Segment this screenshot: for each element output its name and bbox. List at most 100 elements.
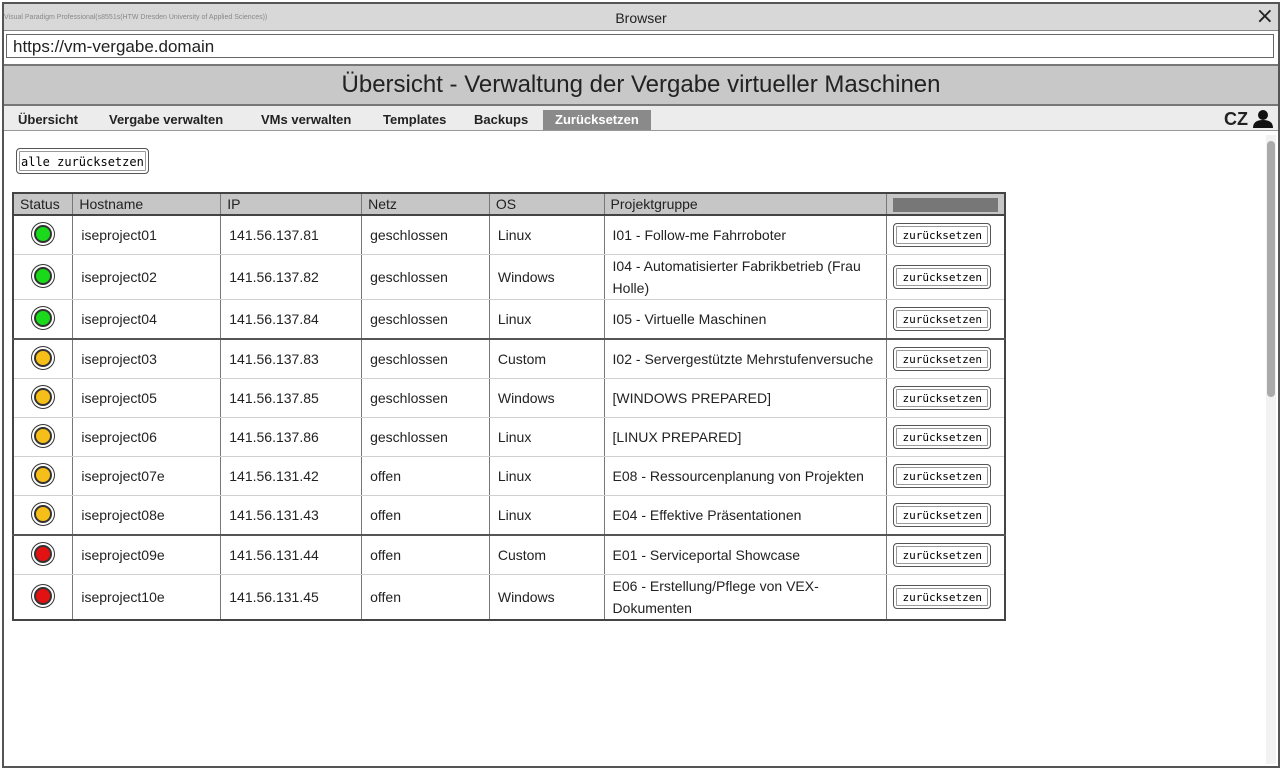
hostname-cell: iseproject06: [72, 417, 222, 457]
action-cell: zurücksetzen: [886, 215, 1006, 255]
netz-cell: offen: [361, 574, 490, 621]
projektgruppe-cell: I01 - Follow-me Fahrroboter: [604, 215, 888, 255]
ip-cell: 141.56.131.45: [220, 574, 363, 621]
user-icon[interactable]: [1252, 109, 1274, 129]
projektgruppe-cell: I05 - Virtuelle Maschinen: [604, 299, 888, 340]
table-row: iseproject10e 141.56.131.45 offen Windows E0…: [13, 574, 1006, 621]
status-indicator-icon: [34, 504, 53, 523]
projektgruppe-cell: I02 - Servergestützte Mehrstufenversuche: [604, 338, 888, 379]
reset-button[interactable]: zurücksetzen: [893, 585, 992, 609]
reset-button[interactable]: zurücksetzen: [893, 223, 992, 247]
status-indicator-icon: [34, 308, 53, 327]
browser-window: Visual Paradigm Professional(s8551s(HTW …: [2, 2, 1280, 768]
ip-cell: 141.56.131.43: [220, 495, 363, 536]
reset-button[interactable]: zurücksetzen: [893, 503, 992, 527]
projektgruppe-cell: E01 - Serviceportal Showcase: [604, 534, 888, 575]
action-cell: zurücksetzen: [886, 254, 1006, 300]
nav-item-backups[interactable]: Backups: [474, 110, 528, 130]
projektgruppe-cell: [WINDOWS PREPARED]: [604, 378, 888, 418]
action-cell: zurücksetzen: [886, 574, 1006, 621]
reset-button[interactable]: zurücksetzen: [893, 464, 992, 488]
status-cell: [13, 534, 74, 575]
reset-button[interactable]: zurücksetzen: [893, 425, 992, 449]
table-row: iseproject03 141.56.137.83 geschlossen Cust…: [13, 338, 1006, 379]
hostname-cell: iseproject07e: [72, 456, 222, 496]
reset-button[interactable]: zurücksetzen: [893, 347, 992, 371]
netz-cell: geschlossen: [361, 338, 490, 379]
netz-cell: geschlossen: [361, 378, 490, 418]
netz-cell: geschlossen: [361, 417, 490, 457]
language-switch[interactable]: CZ: [1224, 109, 1248, 130]
ip-cell: 141.56.131.44: [220, 534, 363, 575]
nav-item-uebersicht[interactable]: Übersicht: [18, 110, 78, 130]
action-cell: zurücksetzen: [886, 495, 1006, 536]
col-header-projektgruppe: Projektgruppe: [604, 193, 888, 216]
hostname-cell: iseproject05: [72, 378, 222, 418]
os-cell: Custom: [489, 534, 605, 575]
os-cell: Linux: [489, 495, 605, 536]
table-row: iseproject01 141.56.137.81 geschlossen Linu…: [13, 215, 1006, 255]
reset-button[interactable]: zurücksetzen: [893, 386, 992, 410]
hostname-cell: iseproject01: [72, 215, 222, 255]
netz-cell: geschlossen: [361, 254, 490, 300]
netz-cell: offen: [361, 456, 490, 496]
nav-item-vms-verwalten[interactable]: VMs verwalten: [261, 110, 351, 130]
status-cell: [13, 299, 74, 340]
status-indicator-icon: [34, 266, 53, 285]
main-nav: Übersicht Vergabe verwalten VMs verwalte…: [4, 106, 1278, 131]
status-cell: [13, 378, 74, 418]
os-cell: Linux: [489, 417, 605, 457]
os-cell: Windows: [489, 378, 605, 418]
header-bar: [893, 198, 998, 212]
status-cell: [13, 215, 74, 255]
netz-cell: offen: [361, 534, 490, 575]
reset-all-button[interactable]: alle zurücksetzen: [16, 148, 149, 174]
ip-cell: 141.56.137.85: [220, 378, 363, 418]
col-header-status: Status: [13, 193, 74, 216]
col-header-ip: IP: [220, 193, 363, 216]
os-cell: Windows: [489, 574, 605, 621]
col-header-os: OS: [489, 193, 605, 216]
reset-button[interactable]: zurücksetzen: [893, 307, 992, 331]
status-indicator-icon: [34, 586, 53, 605]
nav-item-templates[interactable]: Templates: [383, 110, 446, 130]
netz-cell: offen: [361, 495, 490, 536]
table-row: iseproject08e 141.56.131.43 offen Linux E04 …: [13, 495, 1006, 536]
vertical-scrollbar[interactable]: [1266, 135, 1276, 764]
table-row: iseproject09e 141.56.131.44 offen Custom E01…: [13, 534, 1006, 575]
status-cell: [13, 417, 74, 457]
projektgruppe-cell: [LINUX PREPARED]: [604, 417, 888, 457]
nav-item-zuruecksetzen[interactable]: Zurücksetzen: [543, 110, 651, 130]
os-cell: Custom: [489, 338, 605, 379]
os-cell: Windows: [489, 254, 605, 300]
projektgruppe-cell: E04 - Effektive Präsentationen: [604, 495, 888, 536]
table-row: iseproject05 141.56.137.85 geschlossen Wind…: [13, 378, 1006, 418]
hostname-cell: iseproject02: [72, 254, 222, 300]
action-cell: zurücksetzen: [886, 378, 1006, 418]
content-area: alle zurücksetzen Status Hostname IP Net…: [4, 131, 1264, 766]
hostname-cell: iseproject04: [72, 299, 222, 340]
nav-item-vergabe-verwalten[interactable]: Vergabe verwalten: [109, 110, 223, 130]
status-indicator-icon: [34, 387, 53, 406]
url-input[interactable]: https://vm-vergabe.domain: [6, 34, 1274, 58]
close-icon[interactable]: ×: [1256, 4, 1274, 30]
action-cell: zurücksetzen: [886, 299, 1006, 340]
watermark: Visual Paradigm Professional(s8551s(HTW …: [4, 14, 268, 21]
os-cell: Linux: [489, 215, 605, 255]
status-indicator-icon: [34, 426, 53, 445]
scrollbar-thumb[interactable]: [1267, 141, 1275, 397]
hostname-cell: iseproject03: [72, 338, 222, 379]
status-cell: [13, 456, 74, 496]
projektgruppe-cell: I04 - Automatisierter Fabrikbetrieb (Fra…: [604, 254, 888, 300]
reset-button[interactable]: zurücksetzen: [893, 265, 992, 289]
projektgruppe-cell: E08 - Ressourcenplanung von Projekten: [604, 456, 888, 496]
vm-table: Status Hostname IP Netz OS Projektgruppe…: [12, 192, 1006, 621]
window-titlebar: Visual Paradigm Professional(s8551s(HTW …: [4, 4, 1278, 31]
ip-cell: 141.56.137.82: [220, 254, 363, 300]
status-indicator-icon: [34, 348, 53, 367]
ip-cell: 141.56.137.83: [220, 338, 363, 379]
table-row: iseproject02 141.56.137.82 geschlossen Wind…: [13, 254, 1006, 300]
reset-button[interactable]: zurücksetzen: [893, 543, 992, 567]
os-cell: Linux: [489, 299, 605, 340]
action-cell: zurücksetzen: [886, 534, 1006, 575]
